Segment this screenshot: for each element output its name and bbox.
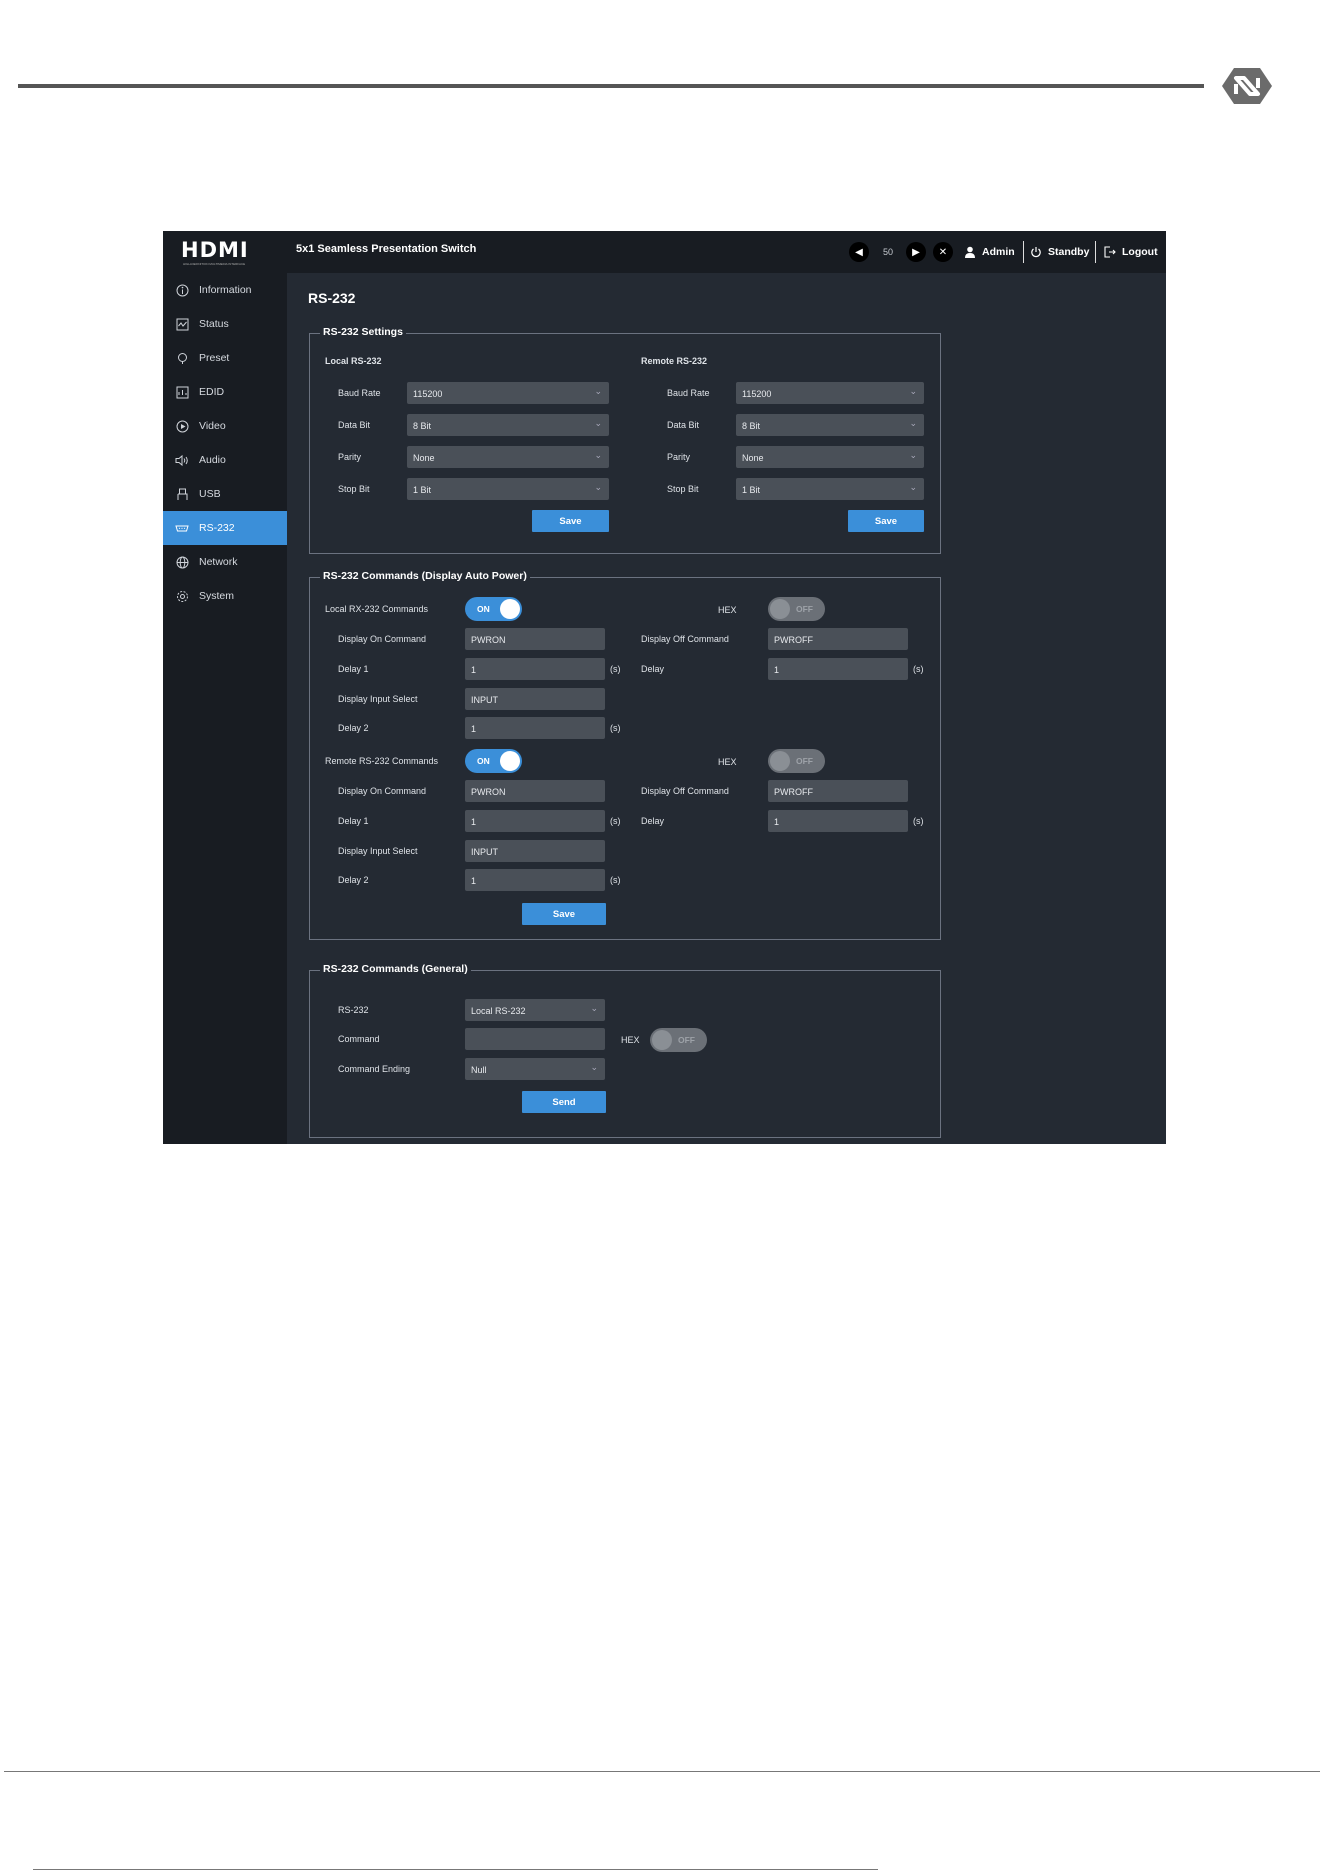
sidebar-item-network[interactable]: Network	[163, 545, 287, 579]
sidebar-item-edid[interactable]: EDID	[163, 375, 287, 409]
volume-value: 50	[883, 247, 894, 257]
sidebar: Information Status Preset EDID Video Aud…	[163, 273, 287, 1144]
remote-display-on-command-input[interactable]: PWRON	[465, 780, 605, 802]
device-title: 5x1 Seamless Presentation Switch	[296, 243, 477, 255]
document-header-rule	[18, 84, 1204, 88]
gear-icon	[175, 589, 189, 603]
usb-icon	[175, 487, 189, 501]
remote-data-bit-select[interactable]: 8 Bit ⌄	[736, 414, 924, 436]
document-logo-icon	[1222, 68, 1272, 104]
sidebar-item-rs232[interactable]: RS-232	[163, 511, 287, 545]
info-icon	[175, 283, 189, 297]
chevron-down-icon: ⌄	[909, 450, 917, 460]
topbar-divider	[1023, 241, 1024, 263]
remote-delay-1-input[interactable]: 1	[465, 810, 605, 832]
rs232-port-select[interactable]: Local RS-232 ⌄	[465, 999, 605, 1021]
remote-display-input-select-input[interactable]: INPUT	[465, 840, 605, 862]
edid-icon	[175, 385, 189, 399]
remote-delay-input[interactable]: 1	[768, 810, 908, 832]
network-icon	[175, 555, 189, 569]
sidebar-item-information[interactable]: Information	[163, 273, 287, 307]
chevron-down-icon: ⌄	[594, 418, 602, 428]
sidebar-item-video[interactable]: Video	[163, 409, 287, 443]
general-hex-toggle[interactable]: OFF	[650, 1028, 707, 1052]
rs232-settings-group: RS-232 Settings Local RS-232 Baud Rate 1…	[309, 326, 941, 554]
top-bar: HDMI HIGH-DEFINITION MULTIMEDIA INTERFAC…	[163, 231, 1166, 273]
preset-icon	[175, 351, 189, 365]
admin-user[interactable]: Admin	[964, 231, 1015, 273]
volume-up-icon: ▶	[906, 242, 926, 262]
command-ending-select[interactable]: Null ⌄	[465, 1058, 605, 1080]
command-input[interactable]	[465, 1028, 605, 1050]
local-delay-input[interactable]: 1	[768, 658, 908, 680]
local-delay-1-input[interactable]: 1	[465, 658, 605, 680]
mute-button[interactable]: ✕	[933, 231, 953, 273]
local-rs232-heading: Local RS-232	[325, 356, 382, 366]
standby-button[interactable]: Standby	[1030, 231, 1089, 273]
remote-baud-rate-select[interactable]: 115200 ⌄	[736, 382, 924, 404]
rs232-icon	[175, 521, 189, 535]
chevron-down-icon: ⌄	[594, 386, 602, 396]
local-display-input-select-input[interactable]: INPUT	[465, 688, 605, 710]
remote-commands-toggle[interactable]: ON	[465, 749, 522, 773]
power-icon	[1031, 247, 1041, 258]
local-commands-toggle[interactable]: ON	[465, 597, 522, 621]
chevron-down-icon: ⌄	[909, 386, 917, 396]
page-title: RS-232	[308, 290, 356, 306]
sidebar-item-system[interactable]: System	[163, 579, 287, 613]
chevron-down-icon: ⌄	[594, 482, 602, 492]
local-save-button[interactable]: Save	[532, 510, 609, 532]
general-commands-group: RS-232 Commands (General) RS-232 Local R…	[309, 963, 941, 1138]
logout-icon	[1104, 246, 1116, 258]
topbar-divider	[1095, 241, 1096, 263]
chevron-down-icon: ⌄	[590, 1003, 598, 1013]
logout-button[interactable]: Logout	[1104, 231, 1158, 273]
remote-display-off-command-input[interactable]: PWROFF	[768, 780, 908, 802]
remote-save-button[interactable]: Save	[848, 510, 924, 532]
document-footer-rule	[4, 1771, 1320, 1772]
chevron-down-icon: ⌄	[594, 450, 602, 460]
auto-power-save-button[interactable]: Save	[522, 903, 606, 925]
document-page-rule	[33, 1869, 878, 1870]
user-icon	[965, 246, 975, 258]
chevron-down-icon: ⌄	[590, 1062, 598, 1072]
sidebar-item-audio[interactable]: Audio	[163, 443, 287, 477]
sidebar-item-usb[interactable]: USB	[163, 477, 287, 511]
local-stop-bit-select[interactable]: 1 Bit ⌄	[407, 478, 609, 500]
auto-power-group: RS-232 Commands (Display Auto Power) Loc…	[309, 570, 941, 940]
local-display-on-command-input[interactable]: PWRON	[465, 628, 605, 650]
volume-up-button[interactable]: ▶	[906, 231, 926, 273]
volume-down-icon: ◀	[849, 242, 869, 262]
local-data-bit-select[interactable]: 8 Bit ⌄	[407, 414, 609, 436]
status-icon	[175, 317, 189, 331]
local-hex-toggle[interactable]: OFF	[768, 597, 825, 621]
local-delay-2-input[interactable]: 1	[465, 717, 605, 739]
mute-icon: ✕	[933, 242, 953, 262]
sidebar-item-status[interactable]: Status	[163, 307, 287, 341]
remote-rs232-heading: Remote RS-232	[641, 356, 708, 366]
local-parity-select[interactable]: None ⌄	[407, 446, 609, 468]
audio-icon	[175, 453, 189, 467]
remote-stop-bit-select[interactable]: 1 Bit ⌄	[736, 478, 924, 500]
remote-delay-2-input[interactable]: 1	[465, 869, 605, 891]
send-button[interactable]: Send	[522, 1091, 606, 1113]
sidebar-item-preset[interactable]: Preset	[163, 341, 287, 375]
remote-parity-select[interactable]: None ⌄	[736, 446, 924, 468]
hdmi-logo: HDMI HIGH-DEFINITION MULTIMEDIA INTERFAC…	[181, 238, 249, 266]
remote-hex-toggle[interactable]: OFF	[768, 749, 825, 773]
chevron-down-icon: ⌄	[909, 418, 917, 428]
volume-down-button[interactable]: ◀	[849, 231, 869, 273]
local-display-off-command-input[interactable]: PWROFF	[768, 628, 908, 650]
web-ui-screenshot: HDMI HIGH-DEFINITION MULTIMEDIA INTERFAC…	[163, 231, 1166, 1144]
local-baud-rate-select[interactable]: 115200 ⌄	[407, 382, 609, 404]
video-icon	[175, 419, 189, 433]
chevron-down-icon: ⌄	[909, 482, 917, 492]
